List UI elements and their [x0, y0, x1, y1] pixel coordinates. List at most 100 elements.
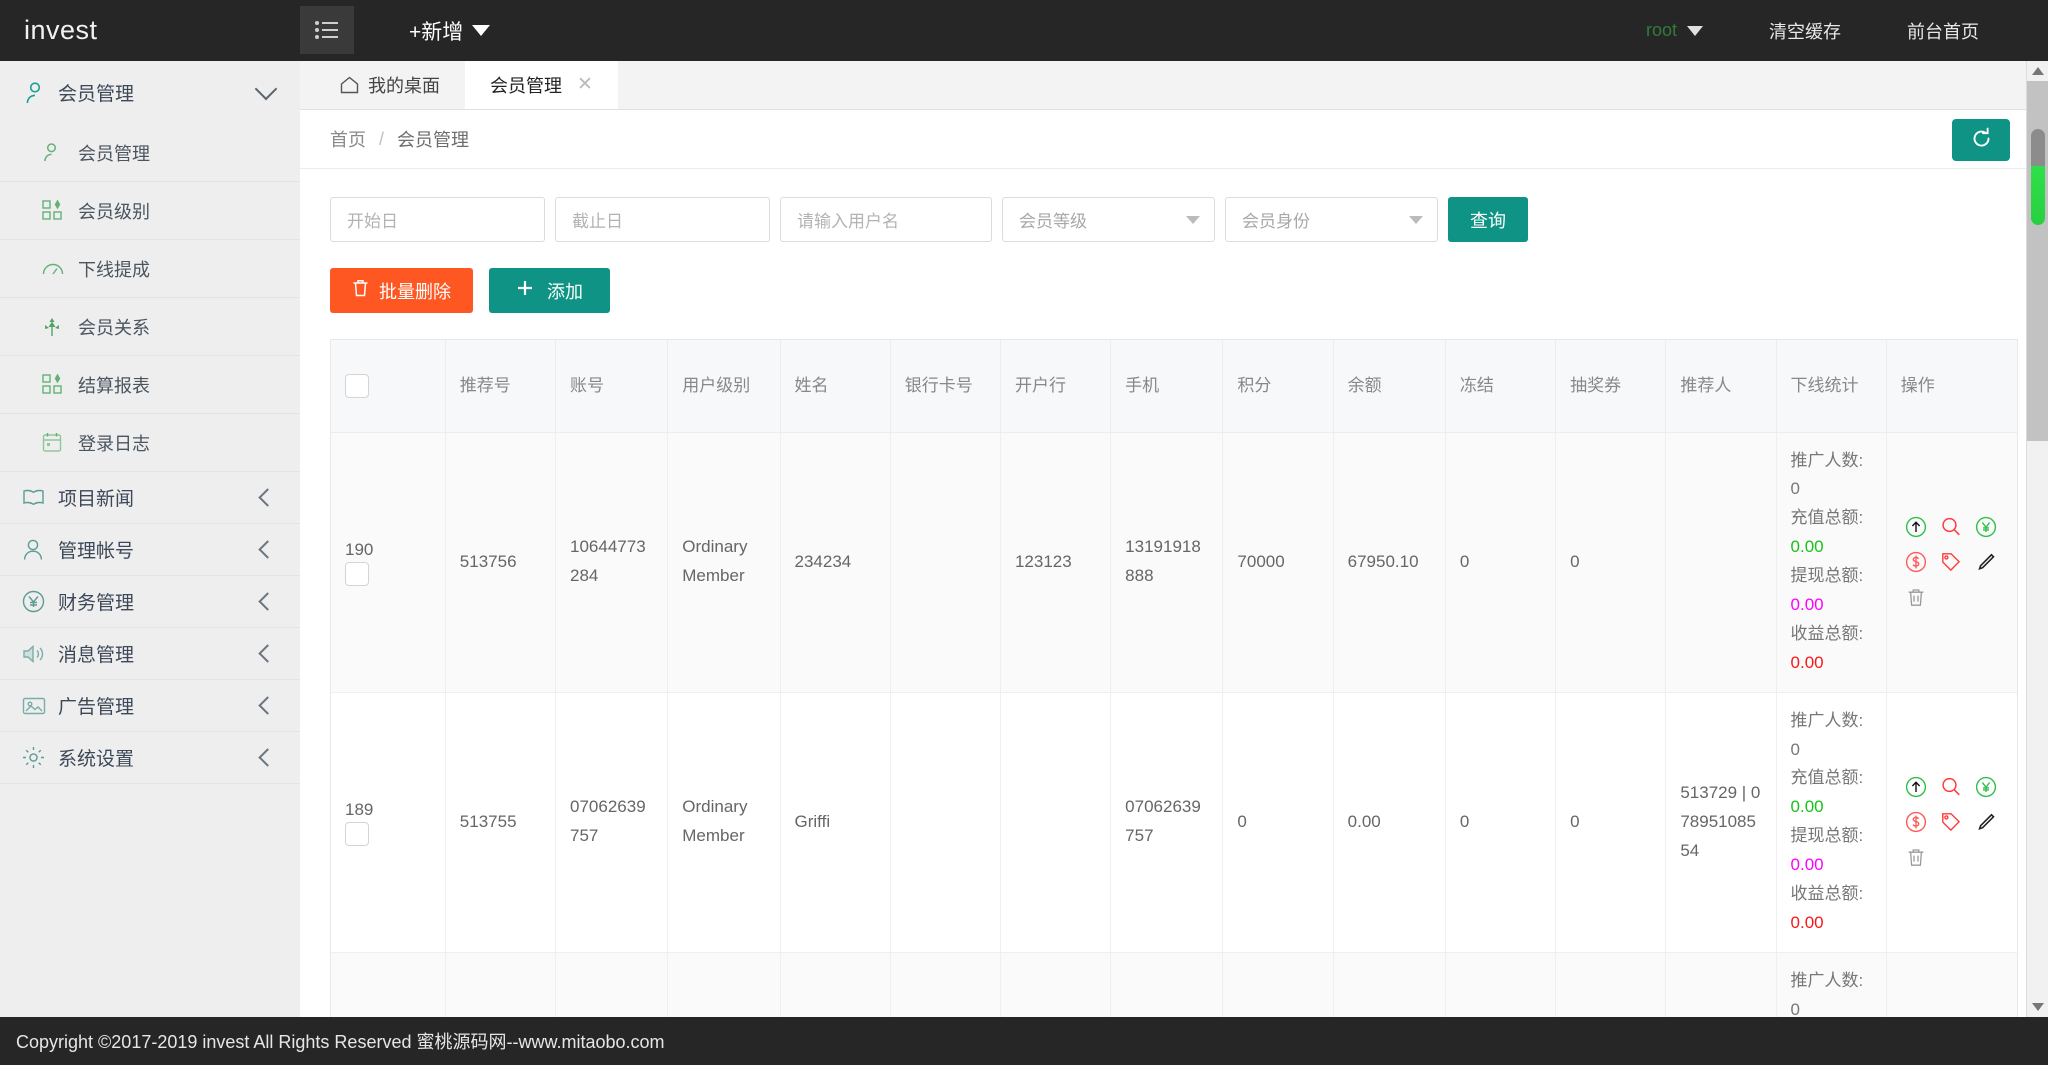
tab-member-management[interactable]: 会员管理 ✕ [465, 61, 618, 109]
sidebar-item-system-settings[interactable]: 系统设置 [0, 732, 300, 784]
sidebar-item-member-relation[interactable]: 会员关系 [0, 298, 300, 356]
grid-icon [42, 200, 78, 221]
stat-withdraw-value: 0.00 [1791, 855, 1824, 874]
sidebar-item-member-level[interactable]: 会员级别 [0, 182, 300, 240]
tag-icon[interactable] [1936, 807, 1966, 837]
sidebar-item-member-manage[interactable]: 会员管理 [0, 124, 300, 182]
start-date-placeholder: 开始日 [347, 207, 398, 232]
scroll-down-arrow-icon[interactable] [2027, 997, 2048, 1017]
front-home-link[interactable]: 前台首页 [1874, 0, 2012, 61]
hamburger-icon[interactable] [300, 6, 354, 54]
yen-circle-icon[interactable] [1971, 772, 2001, 802]
chevron-left-icon [258, 748, 276, 766]
cell-name [780, 952, 890, 1017]
trash-icon[interactable] [1901, 842, 1931, 872]
stat-promoters-value: 0 [1791, 479, 1800, 498]
arrow-up-circle-icon[interactable] [1901, 512, 1931, 542]
member-identity-select[interactable]: 会员身份 [1225, 197, 1438, 242]
cell-frozen [1445, 952, 1555, 1017]
column-header-frozen: 冻结 [1445, 340, 1555, 432]
sidebar-item-login-log[interactable]: 登录日志 [0, 414, 300, 472]
clear-cache-button[interactable]: 清空缓存 [1736, 0, 1874, 61]
end-date-input[interactable]: 截止日 [555, 197, 770, 242]
member-identity-value: 会员身份 [1242, 207, 1310, 232]
pencil-icon[interactable] [1971, 547, 2001, 577]
add-button[interactable]: 添加 [489, 268, 610, 313]
member-level-value: 会员等级 [1019, 207, 1087, 232]
grid-icon [42, 374, 78, 395]
sidebar-item-advertising[interactable]: 广告管理 [0, 680, 300, 732]
trash-icon[interactable] [1901, 582, 1931, 612]
search-circle-icon[interactable] [1936, 512, 1966, 542]
content-area: 开始日 截止日 请输入用户名 会员等级 会员身份 查询 [300, 169, 2048, 1017]
cell-referrer: 513729 | 07895108554 [1666, 692, 1776, 952]
scrollbar-thumb[interactable] [2031, 129, 2045, 225]
cell-points: 70000 [1223, 432, 1333, 692]
cell-operations [1886, 952, 2017, 1017]
refresh-button[interactable] [1952, 119, 2010, 161]
tab-label: 我的桌面 [368, 72, 440, 98]
cell-bank-card [890, 432, 1000, 692]
user-icon [42, 142, 78, 163]
copyright-text: Copyright ©2017-2019 invest All Rights R… [16, 1028, 665, 1054]
start-date-input[interactable]: 开始日 [330, 197, 545, 242]
filter-bar: 开始日 截止日 请输入用户名 会员等级 会员身份 查询 [330, 169, 2018, 242]
sidebar-item-message[interactable]: 消息管理 [0, 628, 300, 680]
row-checkbox[interactable] [345, 822, 369, 846]
cell-bank [1000, 952, 1110, 1017]
scrollbar-track[interactable] [2027, 81, 2048, 441]
chevron-left-icon [258, 592, 276, 610]
select-all-checkbox[interactable] [345, 374, 369, 398]
search-circle-icon[interactable] [1936, 772, 1966, 802]
user-label: root [1646, 20, 1677, 41]
username-input[interactable]: 请输入用户名 [780, 197, 992, 242]
pencil-icon[interactable] [1971, 807, 2001, 837]
dollar-circle-icon[interactable] [1901, 807, 1931, 837]
cell-balance: 67950.10 [1333, 432, 1445, 692]
sidebar-item-settlement-report[interactable]: 结算报表 [0, 356, 300, 414]
user-icon [24, 81, 58, 105]
tag-icon[interactable] [1936, 547, 1966, 577]
cell-user-level [668, 952, 780, 1017]
row-checkbox[interactable] [345, 562, 369, 586]
sidebar-item-label: 系统设置 [58, 744, 261, 771]
sidebar-item-downline-commission[interactable]: 下线提成 [0, 240, 300, 298]
sidebar-item-label: 项目新闻 [58, 484, 261, 511]
sidebar-item-project-news[interactable]: 项目新闻 [0, 472, 300, 524]
column-header-lottery: 抽奖券 [1556, 340, 1666, 432]
yen-circle-icon[interactable] [1971, 512, 2001, 542]
cell-downline-stats: 推广人数:0 充值总额: [1776, 952, 1886, 1017]
tab-my-desktop[interactable]: 我的桌面 [315, 61, 465, 109]
new-item-button[interactable]: +新增 [409, 0, 490, 61]
add-label: 添加 [547, 278, 583, 304]
member-level-select[interactable]: 会员等级 [1002, 197, 1215, 242]
row-operations [1901, 772, 2013, 872]
cell-bank-card [890, 952, 1000, 1017]
arrow-up-circle-icon[interactable] [1901, 772, 1931, 802]
downline-stats: 推广人数:0 充值总额:0.00 提现总额:0.00 收益总额:0.00 [1791, 447, 1872, 678]
stat-recharge-value: 0.00 [1791, 797, 1824, 816]
sidebar-item-finance[interactable]: 财务管理 [0, 576, 300, 628]
row-select-cell [331, 952, 445, 1017]
scroll-up-arrow-icon[interactable] [2027, 61, 2048, 81]
user-menu[interactable]: root [1613, 0, 1736, 61]
cell-referral-no: 513755 [445, 692, 555, 952]
cell-account: 07062639757 [556, 692, 668, 952]
brand-logo: invest [0, 0, 300, 61]
search-button[interactable]: 查询 [1448, 197, 1528, 242]
stat-recharge-label: 充值总额: [1791, 508, 1864, 527]
end-date-placeholder: 截止日 [572, 207, 623, 232]
new-item-label: +新增 [409, 16, 463, 46]
breadcrumb-root[interactable]: 首页 [330, 126, 366, 152]
vertical-scrollbar[interactable] [2026, 61, 2048, 1017]
batch-delete-button[interactable]: 批量删除 [330, 268, 473, 313]
yen-circle-icon [22, 590, 58, 613]
sidebar-item-admin-account[interactable]: 管理帐号 [0, 524, 300, 576]
close-icon[interactable]: ✕ [577, 75, 593, 94]
cell-frozen: 0 [1445, 692, 1555, 952]
book-icon [22, 488, 58, 507]
dollar-circle-icon[interactable] [1901, 547, 1931, 577]
gear-icon [22, 746, 58, 769]
chevron-down-icon [1409, 216, 1423, 224]
sidebar-group-member[interactable]: 会员管理 [0, 61, 300, 124]
